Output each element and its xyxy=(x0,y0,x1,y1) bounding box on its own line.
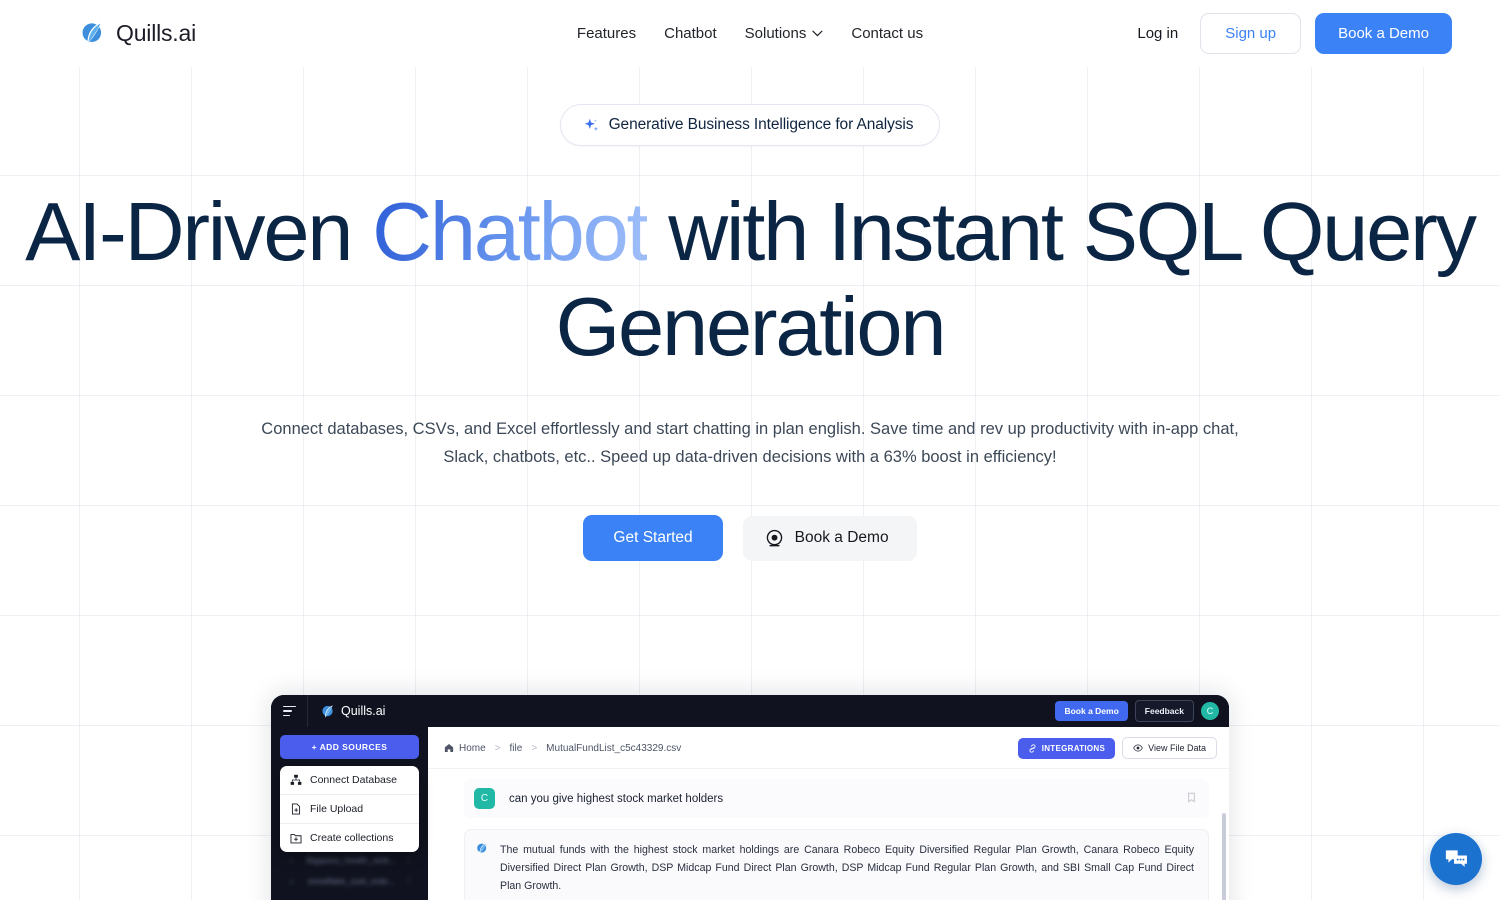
bot-message-text: The mutual funds with the highest stock … xyxy=(500,844,1194,892)
breadcrumb-folder[interactable]: file xyxy=(510,743,523,754)
nav-actions: Log in Sign up Book a Demo xyxy=(1129,13,1452,54)
app-main-panel: Home > file > MutualFundList_c5c43329.cs… xyxy=(428,727,1229,900)
nav-links: Features Chatbot Solutions Contact us xyxy=(577,25,923,42)
hero-section: Generative Business Intelligence for Ana… xyxy=(0,67,1500,561)
quill-feather-logo-icon xyxy=(322,704,333,718)
app-book-demo-button[interactable]: Book a Demo xyxy=(1055,701,1128,721)
menu-item-connect-database[interactable]: Connect Database xyxy=(280,766,419,795)
app-screenshot-mockup: Quills.ai Book a Demo Feedback C + ADD S… xyxy=(271,695,1229,900)
chevron-down-icon xyxy=(812,30,823,37)
hamburger-menu-icon[interactable] xyxy=(283,705,296,717)
eye-icon xyxy=(1133,744,1143,752)
landing-page: Quills.ai Features Chatbot Solutions Con… xyxy=(0,0,1500,900)
menu-item-file-upload[interactable]: File Upload xyxy=(280,795,419,824)
nav-link-solutions[interactable]: Solutions xyxy=(745,25,824,42)
menu-item-label: Create collections xyxy=(310,832,394,844)
avatar[interactable]: C xyxy=(1201,702,1219,720)
bookmark-glyph xyxy=(1188,792,1195,803)
hero-title-highlight: Chatbot xyxy=(372,185,650,278)
integrations-button[interactable]: INTEGRATIONS xyxy=(1017,737,1116,759)
hero-title-part1: AI-Driven xyxy=(25,185,373,278)
chat-area: C can you give highest stock market hold… xyxy=(428,769,1229,900)
book-demo-hero-button[interactable]: Book a Demo xyxy=(742,515,917,561)
integrations-label: INTEGRATIONS xyxy=(1041,743,1106,753)
app-brand[interactable]: Quills.ai xyxy=(321,704,385,719)
signup-button[interactable]: Sign up xyxy=(1200,13,1302,54)
chat-bubbles-icon xyxy=(1445,849,1467,867)
database-tree-icon xyxy=(290,774,302,785)
quill-feather-logo-icon xyxy=(477,843,487,854)
add-sources-button[interactable]: + ADD SOURCES xyxy=(280,735,419,759)
hero-subtitle: Connect databases, CSVs, and Excel effor… xyxy=(261,420,1239,466)
app-brand-name: Quills.ai xyxy=(341,704,386,718)
chat-widget-button[interactable] xyxy=(1430,833,1482,885)
menu-item-label: Connect Database xyxy=(310,774,397,786)
nav-link-chatbot[interactable]: Chatbot xyxy=(664,25,717,42)
brand-logo[interactable]: Quills.ai xyxy=(80,20,196,47)
user-message-text: can you give highest stock market holder… xyxy=(509,792,724,805)
view-file-data-button[interactable]: View File Data xyxy=(1122,737,1217,759)
hero-badge-label: Generative Business Intelligence for Ana… xyxy=(608,116,914,133)
hero-title-part2: with Instant SQL Query Generation xyxy=(555,185,1477,373)
brand-name: Quills.ai xyxy=(116,20,197,46)
app-feedback-button[interactable]: Feedback xyxy=(1134,700,1194,722)
chat-message-bot: The mutual funds with the highest stock … xyxy=(464,829,1209,900)
bookmark-icon[interactable] xyxy=(1186,790,1197,808)
link-icon xyxy=(1029,743,1036,753)
breadcrumb-actions: INTEGRATIONS View File Data xyxy=(1017,737,1217,759)
app-topbar-actions: Book a Demo Feedback C xyxy=(1055,700,1219,722)
breadcrumb-file[interactable]: MutualFundList_c5c43329.csv xyxy=(546,743,681,754)
book-demo-nav-button[interactable]: Book a Demo xyxy=(1315,13,1452,54)
chat-scrollbar[interactable] xyxy=(1222,813,1226,900)
breadcrumb: Home > file > MutualFundList_c5c43329.cs… xyxy=(428,727,1229,769)
sparkle-icon xyxy=(584,118,598,131)
nav-link-solutions-label: Solutions xyxy=(744,25,807,42)
quill-feather-logo-icon xyxy=(82,22,102,45)
view-file-data-label: View File Data xyxy=(1148,743,1206,753)
home-icon xyxy=(444,744,454,752)
topbar-divider xyxy=(307,695,308,727)
folder-plus-icon xyxy=(290,834,302,844)
breadcrumb-separator: > xyxy=(531,742,538,754)
nav-link-features-label: Features xyxy=(576,25,637,42)
top-navigation-bar: Quills.ai Features Chatbot Solutions Con… xyxy=(0,0,1500,67)
breadcrumb-home-label: Home xyxy=(459,742,486,754)
app-topbar: Quills.ai Book a Demo Feedback C xyxy=(271,695,1229,727)
app-sidebar: + ADD SOURCES Oracle_NFL⋮ Bigquery_healt… xyxy=(271,727,428,900)
list-item[interactable]: snowflake_zuel_orde... ⋮ xyxy=(280,870,419,891)
recent-source-label: Bigquery_health_rank... xyxy=(306,854,397,865)
menu-item-create-collections[interactable]: Create collections xyxy=(280,824,419,852)
recent-source-label: snowflake_zuel_orde... xyxy=(307,875,395,886)
kebab-icon: ⋮ xyxy=(404,875,413,885)
app-body: + ADD SOURCES Oracle_NFL⋮ Bigquery_healt… xyxy=(271,727,1229,900)
nav-link-chatbot-label: Chatbot xyxy=(664,25,717,42)
get-started-button[interactable]: Get Started xyxy=(583,515,723,561)
chat-message-user: C can you give highest stock market hold… xyxy=(464,779,1209,818)
nav-link-contact-us-label: Contact us xyxy=(851,25,924,42)
file-plus-icon xyxy=(291,803,301,815)
list-item[interactable]: Bigquery_health_rank... ⋮ xyxy=(280,849,419,870)
hero-cta-row: Get Started Book a Demo xyxy=(0,515,1500,561)
breadcrumb-separator: > xyxy=(494,742,501,754)
page-title: AI-Driven Chatbot with Instant SQL Query… xyxy=(0,184,1500,374)
hero-badge[interactable]: Generative Business Intelligence for Ana… xyxy=(559,104,941,146)
breadcrumb-home[interactable]: Home xyxy=(444,743,486,754)
target-record-icon xyxy=(766,529,782,546)
avatar: C xyxy=(474,788,495,809)
add-sources-dropdown: Connect Database File Upload Create coll… xyxy=(280,766,419,852)
book-demo-hero-label: Book a Demo xyxy=(794,529,889,546)
login-link[interactable]: Log in xyxy=(1129,25,1186,42)
nav-link-features[interactable]: Features xyxy=(577,25,636,42)
menu-item-label: File Upload xyxy=(310,803,364,815)
nav-link-contact-us[interactable]: Contact us xyxy=(851,25,923,42)
kebab-icon: ⋮ xyxy=(404,854,414,864)
